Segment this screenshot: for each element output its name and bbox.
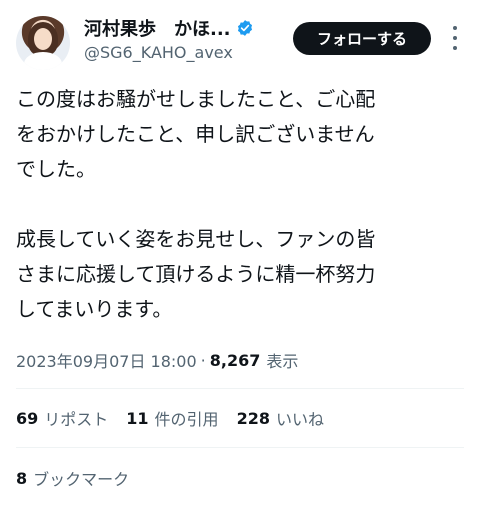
author-name-row[interactable]: 河村果歩 かほ... xyxy=(84,16,254,40)
quotes-label: 件の引用 xyxy=(154,410,219,429)
avatar-shoulder xyxy=(24,52,62,70)
engagement-stats: 69 リポスト 11 件の引用 228 いいね xyxy=(16,406,342,430)
tweet-header: 河村果歩 かほ... @SG6_KAHO_avex フォローする xyxy=(0,0,480,84)
verified-badge-icon xyxy=(237,20,252,36)
likes-label: いいね xyxy=(275,410,324,429)
likes-stat[interactable]: 228 いいね xyxy=(237,406,324,430)
quotes-stat[interactable]: 11 件の引用 xyxy=(126,406,218,430)
views-label: 表示 xyxy=(266,352,299,371)
bookmarks-count: 8 xyxy=(16,468,28,488)
views-count: 8,267 xyxy=(209,350,261,370)
quotes-count: 11 xyxy=(126,408,149,428)
tweet-timestamp[interactable]: 2023年09月07日 18:00 xyxy=(16,348,197,372)
author-handle[interactable]: @SG6_KAHO_avex xyxy=(84,43,233,62)
follow-button[interactable]: フォローする xyxy=(293,22,431,55)
tweet-meta: 2023年09月07日 18:00 · 8,267 表示 xyxy=(16,348,298,372)
divider xyxy=(16,388,464,389)
reposts-label: リポスト xyxy=(44,410,109,429)
bookmarks-label: ブックマーク xyxy=(33,470,130,489)
avatar[interactable] xyxy=(16,16,70,70)
reposts-stat[interactable]: 69 リポスト xyxy=(16,406,108,430)
bookmarks-stat[interactable]: 8 ブックマーク xyxy=(16,466,129,490)
more-vertical-icon[interactable] xyxy=(448,26,462,50)
likes-count: 228 xyxy=(236,408,270,428)
meta-separator: · xyxy=(200,350,206,370)
avatar-face xyxy=(34,28,52,50)
tweet-paragraph-2: 成長していく姿をお見せし、ファンの皆 さまに応援して頂けるように精一杯努力 して… xyxy=(16,227,376,321)
tweet-paragraph-1: この度はお騒がせしましたこと、ご心配 をおかけしたこと、申し訳ございません でし… xyxy=(16,87,376,181)
divider xyxy=(16,447,464,448)
more-dot xyxy=(453,36,457,40)
tweet-text: この度はお騒がせしましたこと、ご心配 をおかけしたこと、申し訳ございません でし… xyxy=(16,82,464,327)
reposts-count: 69 xyxy=(16,408,39,428)
more-dot xyxy=(453,26,457,30)
more-dot xyxy=(453,46,457,50)
author-display-name[interactable]: 河村果歩 かほ... xyxy=(84,15,231,41)
